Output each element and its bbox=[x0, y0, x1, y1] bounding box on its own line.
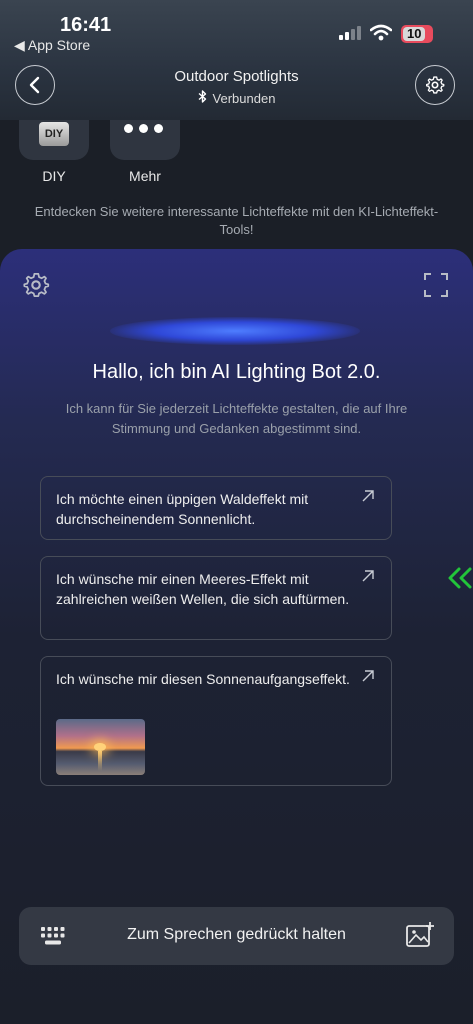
bot-description: Ich kann für Sie jederzeit Lichteffekte … bbox=[65, 401, 408, 436]
wifi-icon bbox=[370, 24, 392, 41]
status-time: 16:41 bbox=[60, 14, 112, 36]
side-drawer-handle-icon[interactable] bbox=[447, 567, 473, 589]
diy-icon: DIY bbox=[39, 122, 69, 146]
header: 16:41 ◀ App Store 10 Outdoor Spotlights … bbox=[0, 0, 473, 120]
suggestion-text: Ich wünsche mir diesen Sonnenaufgangseff… bbox=[56, 671, 350, 687]
settings-button[interactable] bbox=[415, 65, 455, 105]
suggestion-text: Ich möchte einen üppigen Waldeffekt mit … bbox=[56, 491, 309, 527]
ai-bot-panel: Hallo, ich bin AI Lighting Bot 2.0. Ich … bbox=[0, 249, 473, 1024]
arrow-up-right-icon bbox=[362, 490, 374, 502]
sunrise-thumbnail bbox=[56, 719, 145, 775]
suggestion-text: Ich wünsche mir einen Meeres-Effekt mit … bbox=[56, 571, 350, 607]
connection-status-label: Verbunden bbox=[212, 91, 276, 106]
cellular-signal-icon bbox=[339, 26, 361, 40]
bluetooth-icon bbox=[198, 90, 207, 106]
more-label: Mehr bbox=[129, 168, 161, 184]
suggestion-card-sunrise[interactable]: Ich wünsche mir diesen Sonnenaufgangseff… bbox=[40, 656, 392, 786]
gear-icon bbox=[426, 76, 445, 94]
voice-input-bar[interactable]: Zum Sprechen gedrückt halten bbox=[19, 907, 454, 965]
arrow-up-right-icon bbox=[362, 570, 374, 582]
bot-glow bbox=[110, 317, 360, 345]
bot-settings-icon[interactable] bbox=[22, 271, 50, 299]
more-tool-button[interactable] bbox=[110, 120, 180, 160]
suggestion-card-ocean[interactable]: Ich wünsche mir einen Meeres-Effekt mit … bbox=[40, 556, 392, 640]
more-dots-icon bbox=[124, 124, 163, 133]
suggestion-card-forest[interactable]: Ich möchte einen üppigen Waldeffekt mit … bbox=[40, 476, 392, 540]
battery-indicator: 10 bbox=[401, 25, 433, 43]
battery-level: 10 bbox=[403, 27, 426, 41]
diy-label: DIY bbox=[42, 168, 66, 184]
back-to-app-store-link[interactable]: ◀ App Store bbox=[14, 37, 90, 54]
arrow-up-right-icon bbox=[362, 670, 374, 682]
page-title: Outdoor Spotlights bbox=[174, 68, 299, 85]
bot-greeting-title: Hallo, ich bin AI Lighting Bot 2.0. bbox=[92, 361, 381, 383]
fullscreen-icon[interactable] bbox=[423, 272, 449, 298]
diy-tool-button[interactable]: DIY bbox=[19, 120, 89, 160]
ai-tools-tip: Entdecken Sie weitere interessante Licht… bbox=[34, 204, 439, 237]
add-image-icon[interactable] bbox=[405, 921, 435, 949]
connection-status: Verbunden bbox=[0, 90, 473, 106]
push-to-talk-label: Zum Sprechen gedrückt halten bbox=[127, 926, 346, 943]
